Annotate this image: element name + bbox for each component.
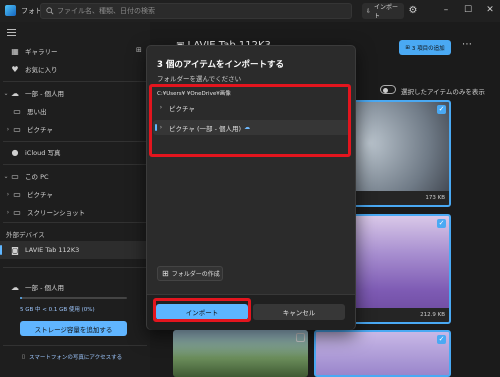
add-icon: ⊞ bbox=[405, 44, 410, 51]
phone-link-label: スマートフォンの写真にアクセスする bbox=[29, 355, 123, 361]
folder-icon: ▭ bbox=[13, 207, 21, 217]
phone-icon: ▯ bbox=[22, 354, 26, 360]
settings-gear-icon[interactable]: ⚙ bbox=[407, 5, 419, 17]
memories-icon: ▭ bbox=[13, 106, 21, 116]
more-options-icon[interactable]: ⋯ bbox=[460, 40, 474, 54]
folder-label: ピクチャ (一部 - 個人用) bbox=[169, 124, 242, 133]
new-folder-button[interactable]: ⊞ フォルダーの作成 bbox=[157, 266, 223, 281]
sidebar-item-label: 思い出 bbox=[27, 108, 47, 116]
sidebar-item-label: ギャラリー bbox=[25, 48, 58, 56]
divider bbox=[3, 81, 147, 82]
sidebar-item-label: ピクチャ bbox=[27, 191, 53, 199]
storage-text: 5 GB 中 < 0.1 GB 使用 (0%) bbox=[20, 307, 95, 313]
sidebar-item-pictures-onedrive[interactable]: › ▭ ピクチャ bbox=[0, 120, 150, 138]
photo-size: 212.9 KB bbox=[420, 312, 445, 318]
divider bbox=[3, 267, 147, 268]
pc-icon: ▭ bbox=[11, 171, 19, 181]
sidebar: ▦ ギャラリー ⊞ ♥ お気に入り ⌄ ☁ 一部 - 個人用 ▭ 思い出 › ▭ ピ… bbox=[0, 22, 150, 377]
divider bbox=[3, 222, 147, 223]
chevron-right-icon[interactable]: › bbox=[153, 104, 169, 111]
import-toolbar-button[interactable]: ⇩ インポート bbox=[362, 3, 404, 20]
sidebar-item-memories[interactable]: ▭ 思い出 bbox=[0, 102, 150, 120]
add-items-button[interactable]: ⊞ 3 項目の追加 bbox=[399, 40, 451, 55]
checkbox-checked-icon[interactable]: ✓ bbox=[437, 219, 446, 228]
divider bbox=[3, 164, 147, 165]
photo-size: 173 KB bbox=[425, 195, 445, 201]
sidebar-item-label: お気に入り bbox=[25, 66, 58, 74]
icloud-icon: ● bbox=[11, 147, 19, 157]
phone-link[interactable]: ▯ スマートフォンの写真にアクセスする bbox=[22, 353, 122, 361]
import-toolbar-label: インポート bbox=[374, 4, 399, 20]
photo-thumbnail[interactable] bbox=[173, 330, 308, 377]
import-button[interactable]: インポート bbox=[156, 304, 248, 320]
gallery-icon: ▦ bbox=[11, 46, 19, 56]
sidebar-item-pictures-pc[interactable]: › ▭ ピクチャ bbox=[0, 185, 150, 203]
folder-icon: ▭ bbox=[13, 189, 21, 199]
dialog-footer: インポート キャンセル bbox=[147, 294, 355, 330]
account-label: 一部 - 個人用 bbox=[25, 284, 64, 292]
cloud-icon: ☁ bbox=[11, 282, 19, 292]
cloud-icon: ☁ bbox=[244, 124, 251, 131]
search-input[interactable] bbox=[57, 5, 337, 17]
sidebar-item-label: LAVIE Tab 112K3 bbox=[25, 246, 80, 254]
sidebar-item-favorites[interactable]: ♥ お気に入り bbox=[0, 60, 150, 78]
divider bbox=[3, 141, 147, 142]
sidebar-item-label: 一部 - 個人用 bbox=[25, 90, 64, 98]
checkbox-unchecked-icon[interactable] bbox=[296, 333, 305, 342]
selected-only-label: 選択したアイテムのみを表示 bbox=[401, 88, 485, 96]
selected-only-toggle[interactable] bbox=[380, 85, 396, 94]
folder-item-pictures-onedrive[interactable]: › ピクチャ (一部 - 個人用) ☁ bbox=[153, 120, 351, 135]
sidebar-item-gallery[interactable]: ▦ ギャラリー ⊞ bbox=[0, 42, 150, 60]
sidebar-item-label: ピクチャ bbox=[27, 126, 53, 134]
folder-icon: ▭ bbox=[13, 124, 21, 134]
cancel-button[interactable]: キャンセル bbox=[253, 304, 345, 320]
checkbox-checked-icon[interactable]: ✓ bbox=[437, 105, 446, 114]
sidebar-item-onedrive[interactable]: ⌄ ☁ 一部 - 個人用 bbox=[0, 84, 150, 102]
photo-thumbnail[interactable]: ✓ bbox=[314, 330, 451, 377]
sidebar-item-screenshots[interactable]: › ▭ スクリーンショット bbox=[0, 203, 150, 221]
search-box[interactable] bbox=[40, 3, 352, 19]
app-title: フォト bbox=[21, 7, 42, 15]
add-storage-button[interactable]: ストレージ容量を追加する bbox=[20, 321, 127, 336]
search-icon bbox=[46, 7, 54, 15]
heart-icon: ♥ bbox=[11, 64, 19, 74]
close-icon[interactable]: ✕ bbox=[484, 4, 496, 16]
external-devices-heading: 外部デバイス bbox=[6, 231, 45, 239]
title-bar: フォト ⇩ インポート ⚙ – ☐ ✕ bbox=[0, 0, 500, 22]
sidebar-item-icloud[interactable]: ● iCloud 写真 bbox=[0, 143, 150, 161]
sidebar-item-this-pc[interactable]: ⌄ ▭ この PC bbox=[0, 167, 150, 185]
sidebar-item-label: iCloud 写真 bbox=[25, 149, 61, 157]
add-folder-icon[interactable]: ⊞ bbox=[136, 46, 142, 54]
chevron-right-icon[interactable]: › bbox=[153, 124, 169, 131]
sidebar-item-label: スクリーンショット bbox=[27, 209, 86, 217]
folder-item-pictures[interactable]: › ピクチャ bbox=[153, 100, 351, 115]
divider bbox=[3, 345, 147, 346]
checkbox-checked-icon[interactable]: ✓ bbox=[437, 335, 446, 344]
new-folder-icon: ⊞ bbox=[162, 269, 169, 278]
sidebar-item-label: この PC bbox=[25, 173, 49, 181]
storage-bar-fill bbox=[20, 297, 22, 299]
storage-bar bbox=[20, 297, 127, 299]
hamburger-menu-icon[interactable] bbox=[7, 29, 16, 36]
account-storage-header: ☁ 一部 - 個人用 bbox=[0, 278, 150, 296]
camera-icon: ◙ bbox=[11, 245, 19, 255]
add-items-label: 3 項目の追加 bbox=[411, 45, 445, 52]
dialog-title: 3 個のアイテムをインポートする bbox=[157, 60, 285, 70]
minimize-icon[interactable]: – bbox=[440, 4, 452, 16]
cloud-icon: ☁ bbox=[11, 88, 19, 98]
import-icon: ⇩ bbox=[366, 7, 372, 15]
sidebar-item-device[interactable]: ◙ LAVIE Tab 112K3 bbox=[0, 241, 150, 259]
maximize-icon[interactable]: ☐ bbox=[462, 4, 474, 16]
folder-list: › ピクチャ › ピクチャ (一部 - 個人用) ☁ bbox=[153, 96, 351, 148]
new-folder-label: フォルダーの作成 bbox=[171, 271, 220, 278]
photos-app-icon bbox=[5, 5, 16, 16]
folder-label: ピクチャ bbox=[169, 104, 195, 113]
import-dialog: 3 個のアイテムをインポートする フォルダーを選んでください C:¥Users¥… bbox=[146, 45, 356, 330]
dialog-subtitle: フォルダーを選んでください bbox=[157, 75, 242, 83]
